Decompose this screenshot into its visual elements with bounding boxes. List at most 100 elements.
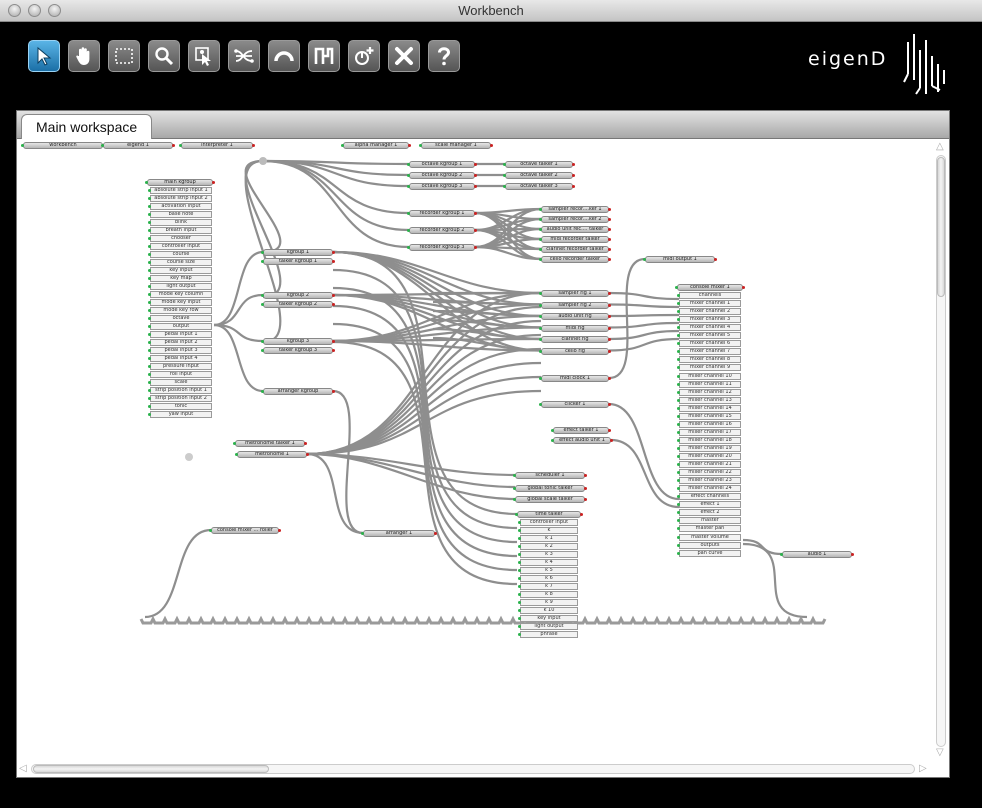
agent-port[interactable]: k 6 <box>520 575 578 582</box>
top-agent[interactable]: scale manager 1 <box>421 142 491 149</box>
output-port-dot[interactable] <box>608 228 611 231</box>
recorder-talker-agent[interactable]: sampler recor....ker 1 <box>541 206 609 213</box>
port-dot[interactable] <box>518 585 521 588</box>
input-port-dot[interactable] <box>261 303 264 306</box>
agent-port[interactable]: mixer channel 13 <box>679 396 741 404</box>
output-port-dot[interactable] <box>332 251 335 254</box>
agent-port[interactable]: breath input <box>150 227 212 234</box>
input-port-dot[interactable] <box>407 174 410 177</box>
agent-port[interactable]: mixer channel 3 <box>679 316 741 324</box>
output-port-dot[interactable] <box>332 294 335 297</box>
agent-port[interactable]: mixer channel 21 <box>679 461 741 469</box>
port-dot[interactable] <box>677 455 680 458</box>
output-port-dot[interactable] <box>172 144 175 147</box>
agent-port[interactable]: absolute strip input 2 <box>150 195 212 202</box>
agent-port[interactable]: controller input <box>520 519 578 526</box>
agent-port[interactable]: k 8 <box>520 591 578 598</box>
input-port-dot[interactable] <box>539 228 542 231</box>
agent-port[interactable]: mixer channel 23 <box>679 477 741 485</box>
input-port-dot[interactable] <box>643 258 646 261</box>
agent-port[interactable]: mixer channel 14 <box>679 404 741 412</box>
misc-agent[interactable]: metronome 1 <box>237 451 307 458</box>
agent-port[interactable]: blink <box>150 219 212 226</box>
input-port-dot[interactable] <box>361 532 364 535</box>
port-dot[interactable] <box>518 561 521 564</box>
top-agent[interactable]: alpha manager 1 <box>343 142 409 149</box>
input-port-dot[interactable] <box>261 251 264 254</box>
input-port-dot[interactable] <box>539 248 542 251</box>
output-port-dot[interactable] <box>474 185 477 188</box>
agent-port[interactable]: mixer channel 1 <box>679 300 741 308</box>
output-port-dot[interactable] <box>610 439 613 442</box>
output-port-dot[interactable] <box>584 498 587 501</box>
input-port-dot[interactable] <box>21 144 24 147</box>
agent-port[interactable]: mixer channel 6 <box>679 340 741 348</box>
recorder-kgroup-agent[interactable]: recorder kgroup 1 <box>409 210 475 217</box>
output-port-dot[interactable] <box>572 174 575 177</box>
port-dot[interactable] <box>677 414 680 418</box>
port-dot[interactable] <box>518 617 521 620</box>
input-port-dot[interactable] <box>513 487 516 490</box>
port-dot[interactable] <box>148 341 151 344</box>
agent-port[interactable]: pedal input 3 <box>150 347 212 354</box>
horizontal-scrollbar[interactable]: ◁ ▷ <box>17 761 949 777</box>
output-port-dot[interactable] <box>490 144 493 147</box>
port-dot[interactable] <box>518 521 521 524</box>
help-tool-button[interactable] <box>428 40 460 72</box>
output-port-dot[interactable] <box>474 212 477 215</box>
port-dot[interactable] <box>148 373 151 376</box>
agent-port[interactable]: yaw input <box>150 411 212 418</box>
output-port-dot[interactable] <box>332 303 335 306</box>
agent-port[interactable]: k 1 <box>520 535 578 542</box>
agent-port[interactable]: effect 2 <box>679 509 741 517</box>
agent-port[interactable]: mixer channel 17 <box>679 428 741 436</box>
input-port-dot[interactable] <box>261 294 264 297</box>
input-port-dot[interactable] <box>539 403 542 406</box>
output-port-dot[interactable] <box>474 163 477 166</box>
input-port-dot[interactable] <box>551 439 554 442</box>
port-dot[interactable] <box>148 389 151 392</box>
port-dot[interactable] <box>148 221 151 224</box>
scroll-up-arrow-icon[interactable]: △ <box>936 141 944 152</box>
top-agent[interactable]: interpreter 1 <box>181 142 253 149</box>
input-port-dot[interactable] <box>209 529 212 532</box>
input-port-dot[interactable] <box>261 260 264 263</box>
output-port-dot[interactable] <box>608 403 611 406</box>
port-dot[interactable] <box>518 601 521 604</box>
recorder-talker-agent[interactable]: midi recorder talker <box>541 236 609 243</box>
port-dot[interactable] <box>518 529 521 532</box>
port-dot[interactable] <box>148 237 151 240</box>
patch-canvas[interactable]: workbench eigend 1 interpreter 1 alpha mana… <box>17 139 949 761</box>
port-dot[interactable] <box>518 553 521 556</box>
misc-agent[interactable]: audio 1 <box>782 551 852 558</box>
port-dot[interactable] <box>148 197 151 200</box>
agent-port[interactable]: pedal input 2 <box>150 339 212 346</box>
output-port-dot[interactable] <box>252 144 255 147</box>
agent-port[interactable]: k 9 <box>520 599 578 606</box>
wire[interactable] <box>213 293 264 327</box>
recorder-talker-agent[interactable]: sampler recor....ker 2 <box>541 216 609 223</box>
agent-port[interactable]: absolute strip input 1 <box>150 187 212 194</box>
port-dot[interactable] <box>677 398 680 402</box>
octave-kgroup-agent[interactable]: octave kgroup 2 <box>409 172 475 179</box>
rig-agent[interactable]: midi rig <box>541 324 609 332</box>
output-port-dot[interactable] <box>608 292 611 295</box>
agent-port[interactable]: master pan <box>679 525 741 533</box>
agent-port[interactable]: pedal input 4 <box>150 355 212 362</box>
wire[interactable] <box>608 337 680 352</box>
octave-talker-agent[interactable]: octave talker 1 <box>505 161 573 168</box>
wire[interactable] <box>262 159 410 232</box>
output-port-dot[interactable] <box>608 315 611 318</box>
input-port-dot[interactable] <box>539 377 542 380</box>
input-port-dot[interactable] <box>539 349 542 353</box>
console-mixer-agent[interactable]: console mixer 1 <box>677 284 743 291</box>
octave-talker-agent[interactable]: octave talker 2 <box>505 172 573 179</box>
scroll-left-arrow-icon[interactable]: ◁ <box>19 763 27 774</box>
kgroup-agent[interactable]: kgroup 2 <box>263 292 333 299</box>
wire[interactable] <box>306 452 516 501</box>
output-port-dot[interactable] <box>608 258 611 261</box>
input-port-dot[interactable] <box>235 453 238 456</box>
agent-port[interactable]: mixer channel 24 <box>679 485 741 493</box>
agent-port[interactable]: mixer channel 20 <box>679 453 741 460</box>
scroll-down-arrow-icon[interactable]: ▽ <box>936 747 944 758</box>
